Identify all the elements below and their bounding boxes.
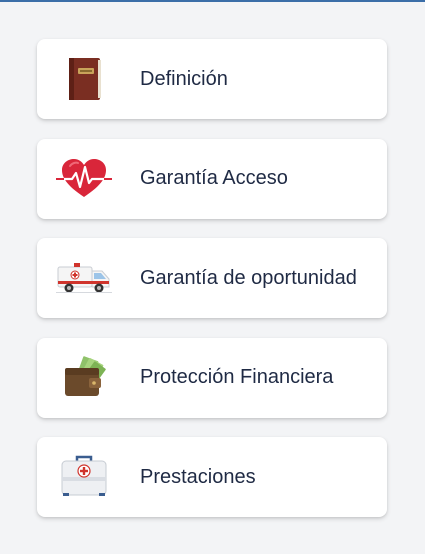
menu-item-label: Protección Financiera bbox=[140, 366, 334, 388]
menu-item-prestaciones[interactable]: Prestaciones bbox=[37, 437, 387, 517]
menu-item-garantia-acceso[interactable]: Garantía Acceso bbox=[37, 138, 387, 219]
menu-item-label: Garantía Acceso bbox=[140, 167, 288, 189]
menu-item-garantia-oportunidad[interactable]: Garantía de oportunidad bbox=[37, 238, 387, 318]
top-divider bbox=[0, 0, 425, 2]
ambulance-icon bbox=[54, 253, 114, 303]
menu-item-label: Definición bbox=[140, 67, 228, 90]
menu-item-proteccion-financiera[interactable]: Protección Financiera bbox=[37, 337, 387, 418]
menu-list: Definición Garantía Acceso Garantía de o… bbox=[37, 39, 387, 537]
menu-item-definicion[interactable]: Definición bbox=[37, 39, 387, 119]
heart-pulse-icon bbox=[54, 154, 114, 204]
menu-item-label: Prestaciones bbox=[140, 465, 256, 488]
menu-item-label: Garantía de oportunidad bbox=[140, 266, 357, 289]
first-aid-kit-icon bbox=[54, 452, 114, 502]
book-icon bbox=[54, 54, 114, 104]
wallet-money-icon bbox=[54, 353, 114, 403]
